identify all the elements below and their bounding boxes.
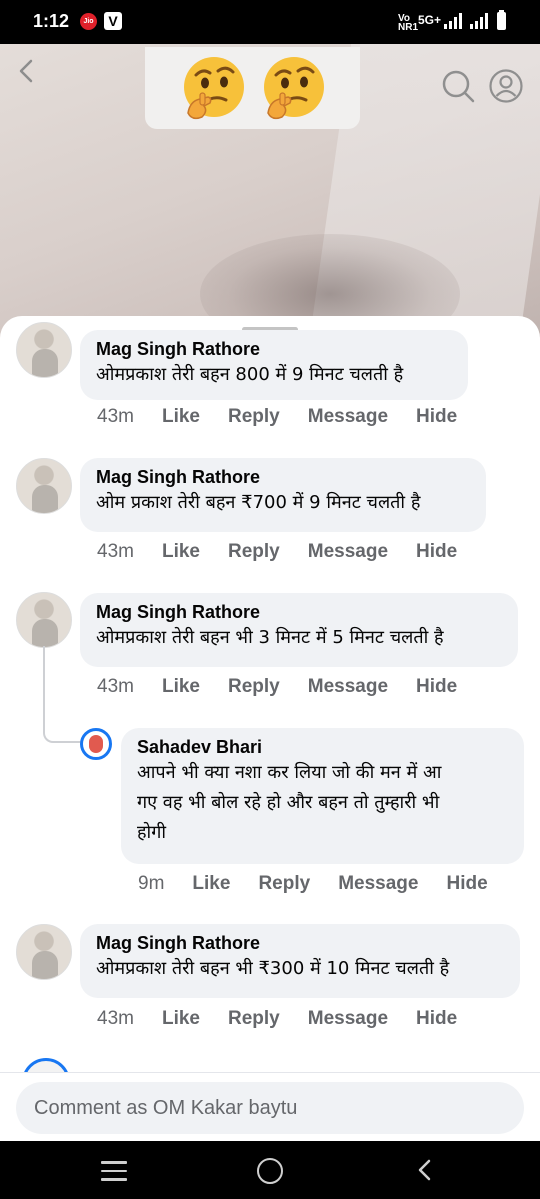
reply-bubble[interactable]: Sahadev Bhari आपने भी क्या नशा कर लिया ज… <box>121 728 524 864</box>
comment-actions: 43m Like Reply Message Hide <box>97 541 485 563</box>
message-button[interactable]: Message <box>308 406 388 428</box>
network-type-label: 5G+ <box>418 13 442 27</box>
reply-button[interactable]: Reply <box>228 676 280 698</box>
like-button[interactable]: Like <box>162 541 200 563</box>
comment-actions: 43m Like Reply Message Hide <box>97 1008 485 1030</box>
like-button[interactable]: Like <box>162 1008 200 1030</box>
comment-composer[interactable] <box>16 1082 524 1134</box>
comment-bubble[interactable]: Mag Singh Rathore ओमप्रकाश तेरी बहन भी 3… <box>80 593 518 667</box>
hide-button[interactable]: Hide <box>416 541 457 563</box>
thread-line <box>43 646 83 743</box>
comment-actions: 43m Like Reply Message Hide <box>97 406 485 428</box>
emoji-card <box>145 47 360 129</box>
comment-time: 43m <box>97 676 134 697</box>
comment-composer-bar <box>0 1072 540 1141</box>
back-icon[interactable] <box>14 58 40 84</box>
status-time: 1:12 <box>33 11 70 31</box>
comment-text: ओम प्रकाश तेरी बहन ₹700 में 9 मिनट चलती … <box>96 492 421 513</box>
comment-author[interactable]: Mag Singh Rathore <box>96 338 452 360</box>
message-button[interactable]: Message <box>308 541 388 563</box>
reply-button[interactable]: Reply <box>228 541 280 563</box>
comment-text: ओमप्रकाश तेरी बहन 800 में 9 मिनट चलती है <box>96 364 404 385</box>
reply-button[interactable]: Reply <box>228 1008 280 1030</box>
reply-button[interactable]: Reply <box>258 873 310 895</box>
search-icon[interactable] <box>440 68 476 104</box>
back-icon[interactable] <box>413 1158 437 1182</box>
status-bar: 1:12 Jio V Vo NR1 5G+ <box>0 0 540 44</box>
signal-icon <box>470 13 488 29</box>
profile-icon[interactable] <box>488 68 524 104</box>
hide-button[interactable]: Hide <box>446 873 487 895</box>
hide-button[interactable]: Hide <box>416 1008 457 1030</box>
comment-time: 43m <box>97 541 134 562</box>
reply-text-line: होगी <box>137 822 167 843</box>
battery-icon <box>497 10 506 30</box>
reply-author[interactable]: Sahadev Bhari <box>137 736 508 758</box>
comment-author[interactable]: Mag Singh Rathore <box>96 932 504 954</box>
message-button[interactable]: Message <box>308 1008 388 1030</box>
comment-bubble[interactable]: Mag Singh Rathore ओमप्रकाश तेरी बहन भी ₹… <box>80 924 520 998</box>
comment-bubble[interactable]: Mag Singh Rathore ओम प्रकाश तेरी बहन ₹70… <box>80 458 486 532</box>
thinking-face-emoji <box>183 57 244 120</box>
signal-icon <box>444 13 462 29</box>
avatar[interactable] <box>16 592 72 648</box>
comment-text: ओमप्रकाश तेरी बहन भी ₹300 में 10 मिनट चल… <box>96 958 450 979</box>
like-button[interactable]: Like <box>162 406 200 428</box>
reply-text-line: आपने भी क्या नशा कर लिया जो की मन में आ <box>137 762 442 783</box>
avatar[interactable] <box>16 322 72 378</box>
hide-button[interactable]: Hide <box>416 676 457 698</box>
video-background[interactable] <box>0 44 540 344</box>
comments-sheet[interactable]: Mag Singh Rathore ओमप्रकाश तेरी बहन 800 … <box>0 316 540 1141</box>
like-button[interactable]: Like <box>162 676 200 698</box>
comment-bubble[interactable]: Mag Singh Rathore ओमप्रकाश तेरी बहन 800 … <box>80 330 468 400</box>
hide-button[interactable]: Hide <box>416 406 457 428</box>
comment-author[interactable]: Mag Singh Rathore <box>96 466 470 488</box>
home-icon[interactable] <box>257 1158 283 1184</box>
volte-indicator: Vo NR1 <box>398 13 419 33</box>
comment-time: 43m <box>97 1008 134 1029</box>
comment-author[interactable]: Mag Singh Rathore <box>96 601 502 623</box>
comment-time: 43m <box>97 406 134 427</box>
avatar[interactable] <box>16 458 72 514</box>
comment-text: ओमप्रकाश तेरी बहन भी 3 मिनट में 5 मिनट च… <box>96 627 444 648</box>
message-button[interactable]: Message <box>338 873 418 895</box>
reply-text-line: गए वह भी बोल रहे हो और बहन तो तुम्हारी भ… <box>137 792 440 813</box>
recent-apps-icon[interactable] <box>101 1161 127 1181</box>
message-button[interactable]: Message <box>308 676 388 698</box>
reply-avatar[interactable] <box>80 728 112 760</box>
avatar[interactable] <box>16 924 72 980</box>
reply-actions: 9m Like Reply Message Hide <box>138 873 516 895</box>
jio-icon: Jio <box>80 13 97 30</box>
navigation-bar <box>0 1141 540 1199</box>
thinking-face-emoji <box>263 57 324 120</box>
reply-button[interactable]: Reply <box>228 406 280 428</box>
comment-actions: 43m Like Reply Message Hide <box>97 676 485 698</box>
comment-input[interactable] <box>16 1082 524 1134</box>
v-app-icon: V <box>104 12 122 30</box>
reply-time: 9m <box>138 873 165 894</box>
like-button[interactable]: Like <box>192 873 230 895</box>
